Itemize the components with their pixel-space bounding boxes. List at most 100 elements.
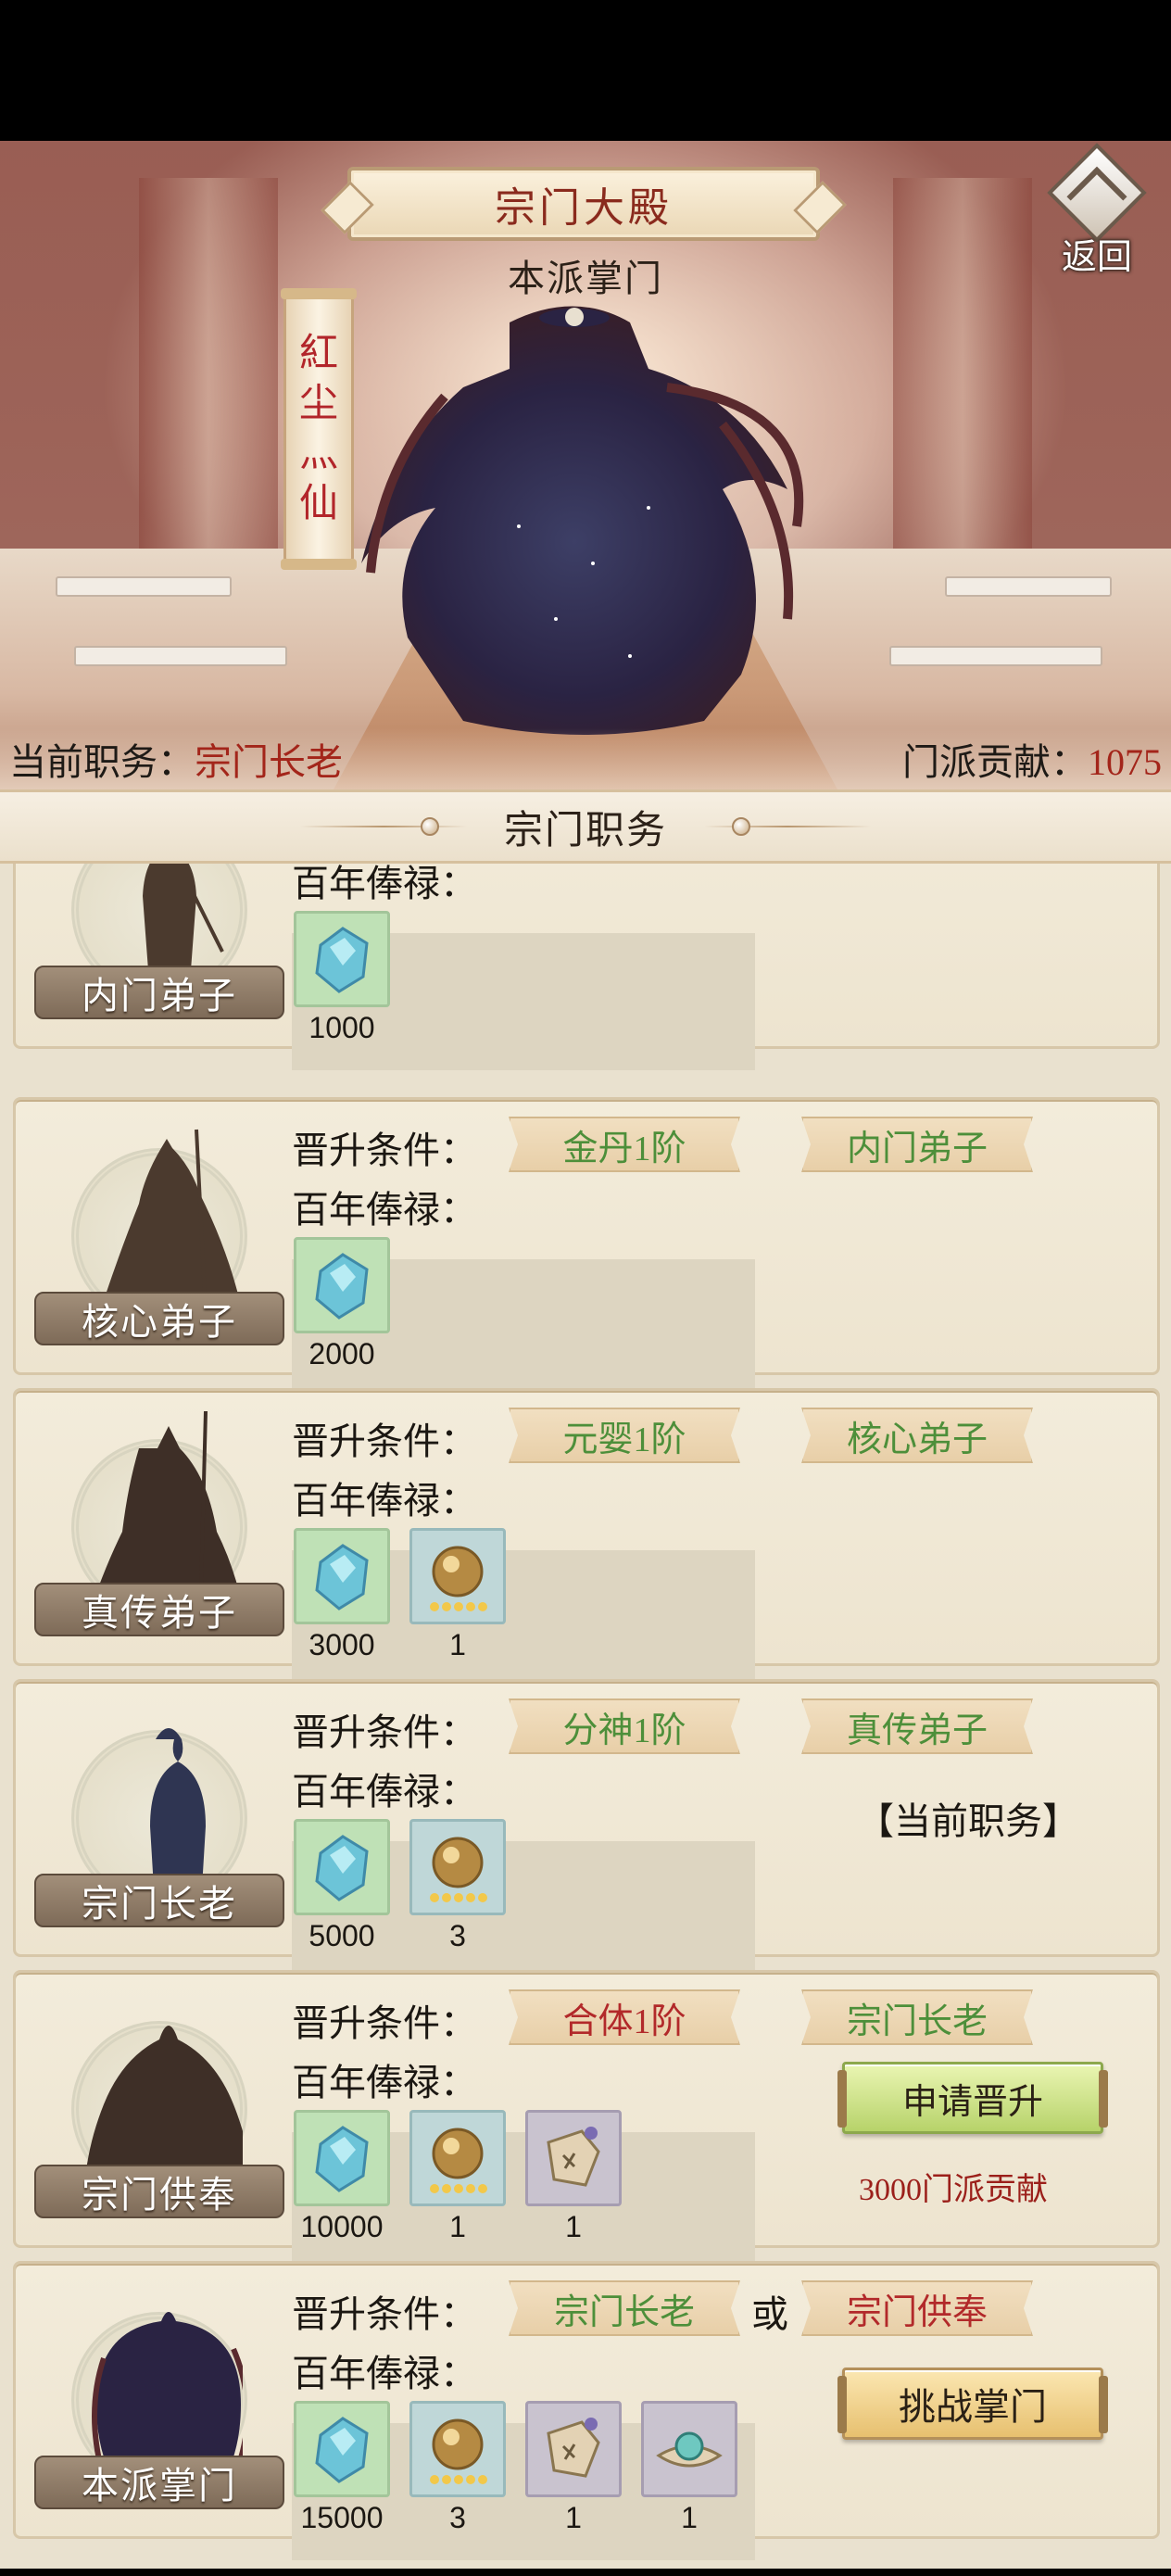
back-button-label: 返回 — [1061, 238, 1132, 277]
rank-card: 本派掌门 晋升条件： 宗门长老 宗门供奉或百年俸禄： 15000 3 1 1 挑战掌门 — [13, 2261, 1160, 2560]
crystal-icon[interactable] — [294, 2401, 390, 2497]
salary-label: 百年俸禄： — [292, 2062, 477, 2103]
promote-condition: 宗门长老 — [801, 1989, 1033, 2045]
rank-card: 核心弟子 晋升条件： 金丹1阶 内门弟子百年俸禄： 2000 — [13, 1097, 1160, 1396]
rank-card: 真传弟子 晋升条件： 元婴1阶 核心弟子百年俸禄： 3000 1 — [13, 1388, 1160, 1687]
crystal-icon[interactable] — [294, 1819, 390, 1915]
promote-condition-label: 晋升条件： — [292, 1421, 477, 1462]
leader-name-scroll: 紅 尘 灬 仙 — [281, 288, 357, 570]
contribution-label: 门派贡献： — [902, 741, 1088, 783]
orb-icon[interactable] — [409, 1528, 506, 1624]
promote-condition: 宗门供奉 — [801, 2280, 1033, 2336]
promote-condition: 内门弟子 — [801, 1117, 1033, 1172]
promotion-cost: 3000门派贡献 — [859, 2173, 1048, 2207]
rank-portrait: 宗门长老 — [34, 1702, 284, 1934]
orb-icon[interactable] — [409, 2401, 506, 2497]
position-value: 宗门长老 — [195, 741, 343, 783]
rank-name: 宗门供奉 — [82, 2174, 237, 2216]
salary-label: 百年俸禄： — [292, 864, 477, 904]
salary-label: 百年俸禄： — [292, 1771, 477, 1812]
promote-condition: 宗门长老 — [509, 2280, 740, 2336]
rank-card: 宗门供奉 晋升条件： 合体1阶 宗门长老百年俸禄： 10000 1 1 申请晋升 3000门派贡… — [13, 1970, 1160, 2269]
leader-name-char: 紅 — [298, 332, 338, 375]
back-button[interactable]: 返回 — [1041, 143, 1152, 277]
promote-condition: 真传弟子 — [801, 1698, 1033, 1754]
hall-title-plate: 宗门大殿 — [347, 167, 820, 241]
promote-condition: 金丹1阶 — [509, 1117, 740, 1172]
crystal-icon[interactable] — [294, 2110, 390, 2206]
crystal-icon[interactable] — [294, 1528, 390, 1624]
challenge-leader-button[interactable]: 挑战掌门 — [837, 2368, 1108, 2440]
promote-condition-label: 晋升条件： — [292, 1711, 477, 1753]
rank-name: 内门弟子 — [82, 975, 237, 1017]
reward-quantity: 3 — [449, 2501, 466, 2534]
reward-quantity: 1 — [565, 2501, 582, 2534]
orb-icon[interactable] — [409, 2110, 506, 2206]
rank-name-plate: 核心弟子 — [34, 1292, 284, 1345]
section-header: 宗门职务 — [0, 789, 1171, 864]
pearl-icon[interactable] — [641, 2401, 737, 2497]
salary-label: 百年俸禄： — [292, 1480, 477, 1522]
rank-name: 宗门长老 — [82, 1883, 237, 1925]
leader-name-char: 仙 — [298, 483, 338, 526]
promote-condition-label: 晋升条件： — [292, 2002, 477, 2044]
reward-quantity: 1000 — [308, 1011, 375, 1044]
orb-icon[interactable] — [409, 1819, 506, 1915]
reward-quantity: 1 — [565, 2210, 582, 2243]
rank-card: 内门弟子 百年俸禄： 1000 — [13, 864, 1160, 1070]
crystal-icon[interactable] — [294, 1237, 390, 1333]
rank-card: 宗门长老 晋升条件： 分神1阶 真传弟子 百年俸禄： 5000 3 【当前职务】 — [13, 1679, 1160, 1978]
apply-promotion-button-label: 申请晋升 — [901, 2082, 1043, 2122]
current-position-tag: 【当前职务】 — [857, 1800, 1079, 1842]
position-label: 当前职务： — [9, 741, 195, 783]
reward-quantity: 1 — [681, 2501, 698, 2534]
crystal-icon[interactable] — [294, 911, 390, 1007]
rank-name: 真传弟子 — [82, 1592, 237, 1634]
rank-portrait: 宗门供奉 — [34, 1993, 284, 2225]
rank-name-plate: 内门弟子 — [34, 966, 284, 1019]
leader-name-char: 灬 — [298, 433, 338, 475]
rank-name: 核心弟子 — [82, 1301, 237, 1343]
reward-quantity: 2000 — [308, 1337, 375, 1370]
step-slab — [889, 646, 1102, 666]
scroll-icon[interactable] — [525, 2401, 622, 2497]
salary-label: 百年俸禄： — [292, 1189, 477, 1231]
promote-condition: 分神1阶 — [509, 1698, 740, 1754]
rank-portrait: 核心弟子 — [34, 1120, 284, 1352]
challenge-leader-button-label: 挑战掌门 — [899, 2386, 1047, 2428]
reward-quantity: 1 — [449, 2210, 466, 2243]
promote-condition: 合体1阶 — [509, 1989, 740, 2045]
rank-name: 本派掌门 — [82, 2465, 237, 2507]
step-slab — [74, 646, 287, 666]
salary-label: 百年俸禄： — [292, 2353, 477, 2394]
rank-portrait: 真传弟子 — [34, 1411, 284, 1643]
leader-silhouette-icon[interactable] — [352, 285, 815, 739]
hall-title: 宗门大殿 — [495, 185, 673, 231]
reward-quantity: 15000 — [300, 2501, 384, 2534]
promote-condition: 元婴1阶 — [509, 1408, 740, 1463]
rank-name-plate: 宗门长老 — [34, 1874, 284, 1927]
reward-quantity: 1 — [449, 1628, 466, 1661]
rank-name-plate: 宗门供奉 — [34, 2165, 284, 2218]
bench — [945, 576, 1112, 597]
section-title: 宗门职务 — [503, 809, 667, 852]
reward-quantity: 10000 — [300, 2210, 384, 2243]
rank-portrait: 内门弟子 — [34, 864, 284, 1026]
scroll-icon[interactable] — [525, 2110, 622, 2206]
ornament-icon — [704, 817, 871, 836]
reward-quantity: 3000 — [308, 1628, 375, 1661]
promote-condition-label: 晋升条件： — [292, 2293, 477, 2335]
status-bar: 当前职务：宗门长老 门派贡献：1075 — [0, 728, 1171, 789]
promote-condition-label: 晋升条件： — [292, 1130, 477, 1171]
promote-condition: 核心弟子 — [801, 1408, 1033, 1463]
reward-quantity: 3 — [449, 1919, 466, 1952]
apply-promotion-button[interactable]: 申请晋升 — [837, 2062, 1108, 2134]
leader-name-char: 尘 — [298, 382, 338, 425]
sect-contribution: 门派贡献：1075 — [902, 732, 1162, 786]
rank-name-plate: 本派掌门 — [34, 2456, 284, 2509]
or-label: 或 — [751, 2293, 788, 2335]
bench — [56, 576, 232, 597]
ornament-icon — [299, 817, 467, 836]
rank-list[interactable]: 内门弟子 百年俸禄： 1000 核心弟子 晋升条件： 金丹1阶 内门弟子 百年俸禄： 2000 真… — [0, 864, 1171, 2569]
contribution-value: 1075 — [1088, 741, 1162, 783]
